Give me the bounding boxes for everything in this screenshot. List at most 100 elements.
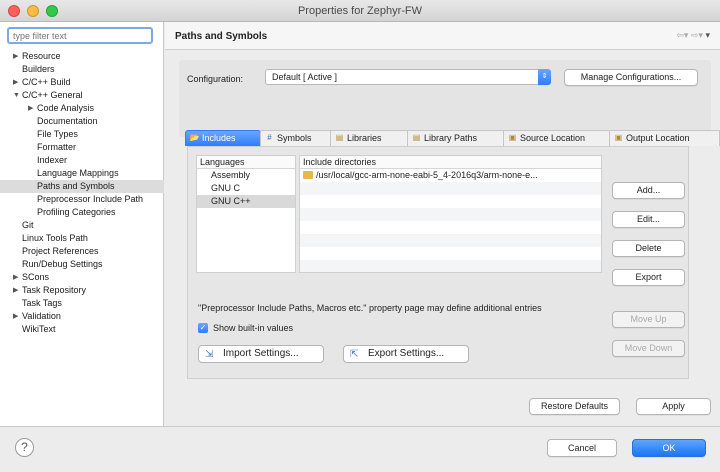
forward-arrow-icon[interactable]: ⇨▾ <box>691 30 703 40</box>
tree-item[interactable]: Documentation <box>0 115 164 128</box>
tree-item-label: Code Analysis <box>37 103 95 113</box>
languages-list: Languages Assembly GNU C GNU C++ <box>196 155 296 273</box>
export-settings-button[interactable]: ⇱ Export Settings... <box>343 345 469 363</box>
tree-item[interactable]: Project References <box>0 245 164 258</box>
tree-item[interactable]: ▼ C/C++ General <box>0 89 164 102</box>
output-location-icon: ▣ <box>614 133 623 142</box>
expanded-triangle-icon[interactable]: ▼ <box>13 89 20 102</box>
tree-item-label: WikiText <box>22 324 56 334</box>
tree-item[interactable]: File Types <box>0 128 164 141</box>
empty-row <box>300 260 601 272</box>
tab-label: Library Paths <box>424 133 478 143</box>
tree-item[interactable]: ▶ Task Repository <box>0 284 164 297</box>
tree-item[interactable]: ▶ Validation <box>0 310 164 323</box>
include-directories-header: Include directories <box>300 156 601 169</box>
ok-button[interactable]: OK <box>632 439 706 457</box>
title-bar: Properties for Zephyr-FW <box>0 0 720 22</box>
tab-label: Libraries <box>347 133 382 143</box>
tree-item[interactable]: Linux Tools Path <box>0 232 164 245</box>
language-item[interactable]: GNU C <box>197 182 295 195</box>
apply-button[interactable]: Apply <box>636 398 711 415</box>
configuration-select[interactable]: Default [ Active ] ⇕ <box>265 69 551 85</box>
collapsed-triangle-icon[interactable]: ▶ <box>13 76 18 89</box>
tree-item-label: File Types <box>37 129 78 139</box>
tree-item-label: Documentation <box>37 116 98 126</box>
language-item[interactable]: Assembly <box>197 169 295 182</box>
empty-row <box>300 234 601 247</box>
tree-item-label: C/C++ Build <box>22 77 71 87</box>
includes-tab-panel: Languages Assembly GNU C GNU C++ Include d… <box>187 146 689 379</box>
tree-item[interactable]: ▶ C/C++ Build <box>0 76 164 89</box>
tree-item-label: Linux Tools Path <box>22 233 88 243</box>
collapsed-triangle-icon[interactable]: ▶ <box>13 310 18 323</box>
import-icon: ⇲ <box>205 349 214 360</box>
tree-item-label: Resource <box>22 51 61 61</box>
tree-item-label: Paths and Symbols <box>37 181 115 191</box>
tree-item[interactable]: Paths and Symbols <box>0 180 164 193</box>
tree-item-label: Validation <box>22 311 61 321</box>
filter-input[interactable] <box>7 27 153 44</box>
tree-item[interactable]: ▶ Code Analysis <box>0 102 164 115</box>
import-settings-button[interactable]: ⇲ Import Settings... <box>198 345 324 363</box>
cancel-button[interactable]: Cancel <box>547 439 617 457</box>
view-menu-icon[interactable]: ▾ <box>705 30 710 40</box>
properties-nav-pane: ▶ResourceBuilders▶C/C++ Build▼C/C++ Gene… <box>0 22 164 426</box>
tab-libraries[interactable]: ▤ Libraries <box>330 130 408 146</box>
language-item[interactable]: GNU C++ <box>197 195 295 208</box>
tab-symbols[interactable]: # Symbols <box>260 130 331 146</box>
tab-source-location[interactable]: ▣ Source Location <box>503 130 610 146</box>
tab-label: Output Location <box>626 133 690 143</box>
move-up-button[interactable]: Move Up <box>612 311 685 328</box>
folder-icon <box>303 171 313 179</box>
tree-item-label: Preprocessor Include Path <box>37 194 144 204</box>
show-built-in-checkbox[interactable]: ✓ <box>198 323 208 333</box>
collapsed-triangle-icon[interactable]: ▶ <box>13 50 18 63</box>
restore-defaults-button[interactable]: Restore Defaults <box>529 398 620 415</box>
tab-output-location[interactable]: ▣ Output Location <box>609 130 720 146</box>
tab-bar: 📂 Includes # Symbols ▤ Libraries ▤ Library Path… <box>185 130 720 146</box>
properties-tree: ▶ Resource Builders ▶ C/C++ Build ▼ C/C++ Gene… <box>0 50 164 336</box>
tree-item[interactable]: Indexer <box>0 154 164 167</box>
tree-item-label: Git <box>22 220 34 230</box>
manage-configurations-button[interactable]: Manage Configurations... <box>564 69 698 86</box>
tree-item[interactable]: Run/Debug Settings <box>0 258 164 271</box>
delete-button[interactable]: Delete <box>612 240 685 257</box>
configuration-value: Default [ Active ] <box>272 72 338 82</box>
tab-includes[interactable]: 📂 Includes <box>185 130 261 146</box>
tree-item-label: Language Mappings <box>37 168 119 178</box>
tab-library-paths[interactable]: ▤ Library Paths <box>407 130 504 146</box>
collapsed-triangle-icon[interactable]: ▶ <box>13 271 18 284</box>
tree-item[interactable]: Git <box>0 219 164 232</box>
tree-item[interactable]: ▶ SCons <box>0 271 164 284</box>
tab-label: Includes <box>202 133 236 143</box>
tree-item-label: Builders <box>22 64 55 74</box>
tree-item-label: Project References <box>22 246 99 256</box>
tree-item[interactable]: ▶ Resource <box>0 50 164 63</box>
collapsed-triangle-icon[interactable]: ▶ <box>13 284 18 297</box>
tree-item-label: C/C++ General <box>22 90 83 100</box>
checkmark-icon: ✓ <box>199 323 207 332</box>
collapsed-triangle-icon[interactable]: ▶ <box>28 102 33 115</box>
tree-item[interactable]: Preprocessor Include Path <box>0 193 164 206</box>
symbols-icon: # <box>267 133 272 142</box>
add-button[interactable]: Add... <box>612 182 685 199</box>
tree-item[interactable]: Formatter <box>0 141 164 154</box>
library-paths-icon: ▤ <box>412 133 421 142</box>
export-settings-label: Export Settings... <box>368 348 445 359</box>
back-arrow-icon[interactable]: ⇦▾ <box>676 30 688 40</box>
move-down-button[interactable]: Move Down <box>612 340 685 357</box>
export-button[interactable]: Export <box>612 269 685 286</box>
tree-item[interactable]: Task Tags <box>0 297 164 310</box>
tree-item[interactable]: Language Mappings <box>0 167 164 180</box>
tree-item-label: Indexer <box>37 155 68 165</box>
chevron-updown-icon: ⇕ <box>538 69 551 85</box>
page-header: Paths and Symbols ⇦▾ ⇨▾ ▾ <box>165 22 720 50</box>
tree-item[interactable]: WikiText <box>0 323 164 336</box>
edit-button[interactable]: Edit... <box>612 211 685 228</box>
include-directory-row[interactable]: /usr/local/gcc-arm-none-eabi-5_4-2016q3/… <box>300 169 601 182</box>
help-icon[interactable]: ? <box>15 438 34 457</box>
tree-item[interactable]: Profiling Categories <box>0 206 164 219</box>
page-nav-controls: ⇦▾ ⇨▾ ▾ <box>676 30 710 41</box>
tree-item[interactable]: Builders <box>0 63 164 76</box>
libraries-icon: ▤ <box>335 133 344 142</box>
